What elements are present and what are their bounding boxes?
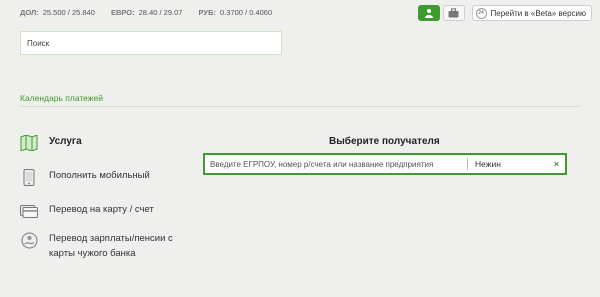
rate-eur: ЕВРО: 28.40 / 29.07 [110,8,183,17]
menu-item-label: Перевод зарплаты/пенсии с карты чужого б… [49,233,173,259]
menu-item-service[interactable]: Услуга [20,134,199,152]
header-actions: 24 Перейти в «Beta» версию [415,5,592,21]
recipient-separator [467,158,468,170]
beta-badge: 24 [475,7,487,19]
menu-item-salary-transfer[interactable]: Перевод зарплаты/пенсии с карты чужого б… [20,231,199,261]
divider [20,106,580,107]
recipient-search: Нежин × [203,153,567,175]
briefcase-icon [448,8,459,18]
map-icon [20,134,38,152]
recipient-input[interactable] [205,159,467,169]
menu-item-label: Пополнить мобильный [49,170,150,181]
menu-item-mobile-topup[interactable]: Пополнить мобильный [20,168,199,186]
beta-version-button[interactable]: 24 Перейти в «Beta» версию [471,5,592,21]
business-view-button[interactable] [442,5,465,21]
rate-usd: ДОЛ: 25.500 / 25.840 [20,8,95,17]
recipient-title: Выберите получателя [329,136,440,147]
menu-item-label: Услуга [49,136,82,147]
beta-label: Перейти в «Beta» версию [490,8,587,18]
menu-item-label: Перевод на карту / счет [49,204,154,215]
search-input[interactable] [20,31,282,55]
person-icon [424,9,433,18]
payment-calendar-link[interactable]: Календарь платежей [20,93,103,103]
rate-rub: РУБ: 0.3700 / 0.4060 [198,8,273,17]
exchange-rates: ДОЛ: 25.500 / 25.840 ЕВРО: 28.40 / 29.07 Р… [20,8,286,17]
recipient-city[interactable]: Нежин [475,159,554,169]
clear-icon[interactable]: × [554,159,559,169]
card-icon [20,202,38,220]
person-view-button[interactable] [417,5,440,21]
mobile-phone-icon [20,168,38,186]
menu-item-card-transfer[interactable]: Перевод на карту / счет [20,202,199,220]
hand-coin-icon [20,231,38,249]
